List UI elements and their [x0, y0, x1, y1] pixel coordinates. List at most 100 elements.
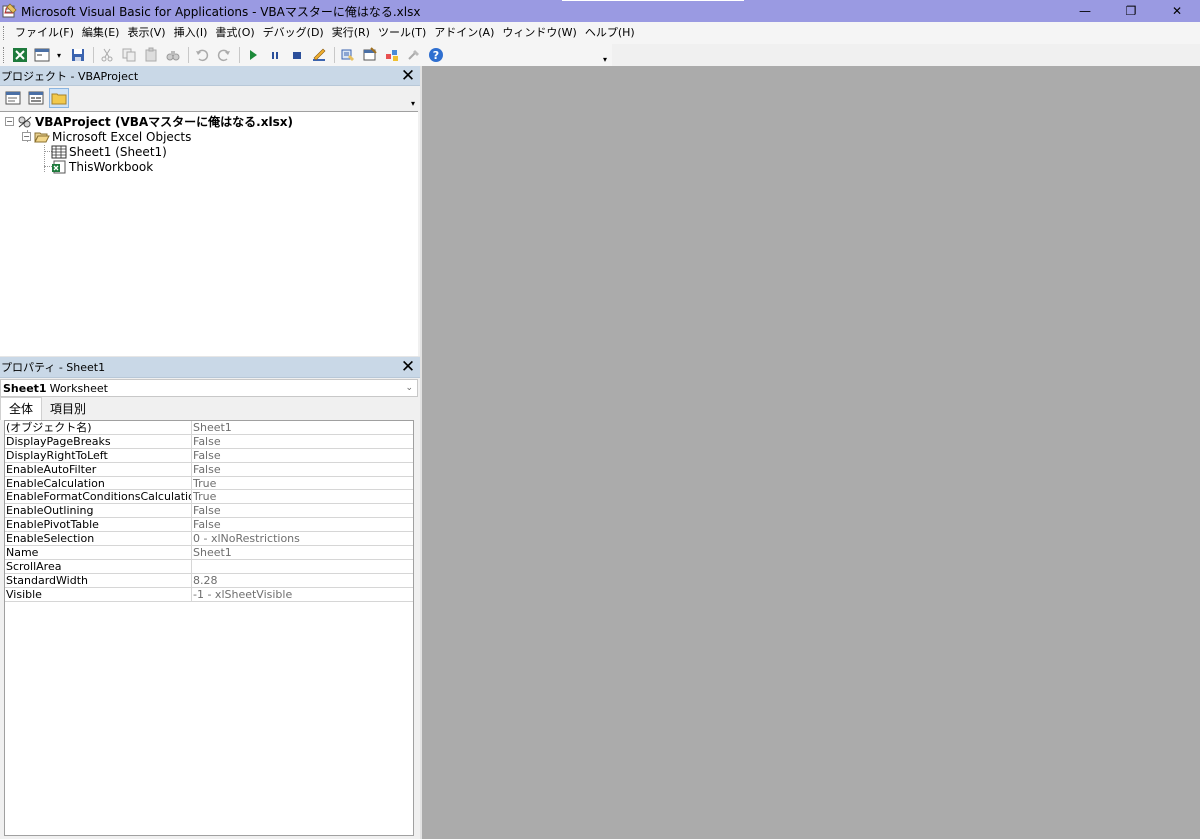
reset-button[interactable] — [287, 45, 307, 65]
menu-file[interactable]: ファイル(F) — [11, 23, 78, 43]
tab-alphabetic[interactable]: 全体 — [0, 397, 43, 420]
selected-object-name: Sheet1 — [3, 381, 47, 395]
property-row[interactable]: DisplayPageBreaks False — [5, 434, 413, 449]
property-row[interactable]: EnableFormatConditionsCalculation True — [5, 490, 413, 505]
properties-pane-header: プロパティ - Sheet1 ✕ — [0, 357, 420, 378]
redo-button[interactable] — [214, 45, 234, 65]
menu-format[interactable]: 書式(O) — [211, 23, 258, 43]
copy-icon — [122, 48, 136, 62]
restore-button[interactable]: ❐ — [1108, 0, 1154, 22]
tree-connector — [44, 145, 45, 172]
menu-bar-grip[interactable] — [3, 26, 6, 40]
project-pane-scroll-button[interactable]: ▾ — [408, 90, 418, 108]
project-pane-close-button[interactable]: ✕ — [399, 67, 417, 85]
property-value[interactable]: 0 - xlNoRestrictions — [192, 532, 413, 545]
property-row[interactable]: EnableCalculation True — [5, 476, 413, 491]
collapse-project-button[interactable]: − — [5, 117, 14, 126]
cut-button[interactable] — [97, 45, 117, 65]
property-row[interactable]: StandardWidth 8.28 — [5, 573, 413, 588]
property-row[interactable]: EnableOutlining False — [5, 504, 413, 519]
menu-insert[interactable]: 挿入(I) — [170, 23, 212, 43]
design-mode-button[interactable] — [309, 45, 329, 65]
property-value[interactable]: Sheet1 — [192, 546, 413, 559]
collapse-excel-objects-button[interactable]: − — [22, 132, 31, 141]
menu-run[interactable]: 実行(R) — [328, 23, 374, 43]
property-row[interactable]: (オブジェクト名) Sheet1 — [5, 421, 413, 435]
toolbar-grip[interactable] — [3, 47, 6, 63]
menu-window[interactable]: ウィンドウ(W) — [498, 23, 580, 43]
close-icon: ✕ — [400, 66, 416, 86]
minimize-icon: — — [1079, 4, 1091, 18]
tree-node-thisworkbook[interactable]: ThisWorkbook — [51, 159, 153, 174]
tree-node-excel-objects[interactable]: − Microsoft Excel Objects — [22, 129, 191, 144]
property-value[interactable]: True — [192, 490, 413, 504]
property-row[interactable]: ScrollArea — [5, 559, 413, 574]
menu-view[interactable]: 表示(V) — [123, 23, 169, 43]
menu-edit[interactable]: 編集(E) — [78, 23, 124, 43]
menu-debug[interactable]: デバッグ(D) — [259, 23, 328, 43]
property-row[interactable]: Visible -1 - xlSheetVisible — [5, 587, 413, 602]
code-workspace[interactable] — [422, 66, 1200, 839]
tree-node-project[interactable]: − VBAProject (VBAマスターに俺はなる.xlsx) — [5, 114, 293, 129]
project-explorer-button[interactable] — [338, 45, 358, 65]
toggle-folders-button[interactable] — [49, 88, 69, 108]
find-button[interactable] — [163, 45, 183, 65]
property-row[interactable]: DisplayRightToLeft False — [5, 448, 413, 463]
help-button[interactable]: ? — [426, 45, 446, 65]
property-row[interactable]: EnablePivotTable False — [5, 518, 413, 533]
tab-categorized[interactable]: 項目別 — [42, 399, 94, 420]
copy-button[interactable] — [119, 45, 139, 65]
property-name: EnableOutlining — [5, 504, 192, 518]
toolbar-overflow-button[interactable]: ▾ — [600, 50, 610, 64]
workbook-icon — [51, 160, 67, 174]
object-selector[interactable]: Sheet1 Worksheet ⌄ — [0, 379, 418, 397]
object-browser-button[interactable] — [382, 45, 402, 65]
property-value[interactable]: False — [192, 435, 413, 448]
property-name: ScrollArea — [5, 559, 192, 573]
properties-pane-close-button[interactable]: ✕ — [399, 358, 417, 376]
toolbar-separator — [93, 47, 94, 63]
break-button[interactable] — [265, 45, 285, 65]
menu-tools[interactable]: ツール(T) — [374, 23, 430, 43]
property-value[interactable]: False — [192, 504, 413, 517]
property-value[interactable] — [192, 560, 413, 573]
properties-pane: プロパティ - Sheet1 ✕ Sheet1 Worksheet ⌄ 全体 項… — [0, 357, 420, 839]
property-value[interactable]: 8.28 — [192, 574, 413, 587]
menu-help[interactable]: ヘルプ(H) — [581, 23, 639, 43]
properties-window-button[interactable] — [360, 45, 380, 65]
insert-dropdown-button[interactable]: ▾ — [54, 45, 64, 65]
title-bar-highlight — [562, 0, 744, 1]
svg-text:?: ? — [433, 49, 439, 62]
view-object-icon — [28, 91, 44, 105]
property-name: EnableCalculation — [5, 476, 192, 490]
property-row[interactable]: EnableAutoFilter False — [5, 462, 413, 477]
tree-node-sheet1[interactable]: Sheet1 (Sheet1) — [51, 144, 167, 159]
chevron-down-icon: ▾ — [602, 55, 607, 64]
toolbar-empty-area — [612, 44, 1200, 66]
close-window-button[interactable]: ✕ — [1154, 0, 1200, 22]
property-value[interactable]: True — [192, 477, 413, 490]
property-row[interactable]: EnableSelection 0 - xlNoRestrictions — [5, 532, 413, 547]
menu-addins[interactable]: アドイン(A) — [430, 23, 498, 43]
menu-bar: ファイル(F) 編集(E) 表示(V) 挿入(I) 書式(O) デバッグ(D) … — [0, 22, 1200, 44]
property-value[interactable]: False — [192, 463, 413, 476]
property-value[interactable]: Sheet1 — [192, 421, 413, 434]
vba-app-icon[interactable] — [2, 3, 18, 19]
paste-button[interactable] — [141, 45, 161, 65]
run-button[interactable] — [243, 45, 263, 65]
save-button[interactable] — [68, 45, 88, 65]
properties-icon — [363, 47, 377, 61]
view-excel-button[interactable] — [10, 45, 30, 65]
property-value[interactable]: False — [192, 518, 413, 531]
insert-userform-button[interactable] — [32, 45, 52, 65]
property-row[interactable]: Name Sheet1 — [5, 546, 413, 560]
view-code-button[interactable] — [3, 88, 23, 108]
undo-button[interactable] — [192, 45, 212, 65]
toolbox-button[interactable] — [404, 45, 424, 65]
property-value[interactable]: -1 - xlSheetVisible — [192, 588, 413, 601]
cut-icon — [101, 48, 113, 62]
minimize-button[interactable]: — — [1062, 0, 1108, 22]
property-value[interactable]: False — [192, 449, 413, 462]
help-icon: ? — [429, 48, 443, 62]
view-object-button[interactable] — [26, 88, 46, 108]
